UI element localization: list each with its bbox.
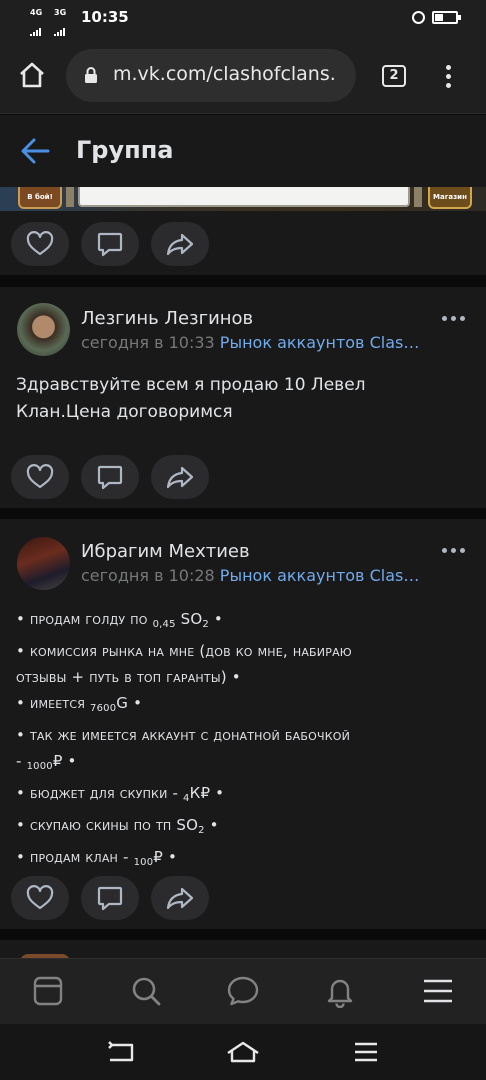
- messages-icon[interactable]: [226, 974, 260, 1008]
- text-fragment: SO: [175, 610, 203, 628]
- comment-icon: [97, 465, 123, 490]
- group-link[interactable]: Рынок аккаунтов Clas…: [220, 333, 420, 352]
- share-icon: [166, 466, 194, 489]
- post-image[interactable]: В бой! Магазин: [0, 187, 486, 211]
- comment-icon: [97, 886, 123, 911]
- text-fragment: •: [204, 816, 219, 834]
- image-decoration: [66, 187, 74, 207]
- back-icon[interactable]: [106, 1040, 136, 1064]
- search-icon[interactable]: [129, 974, 163, 1008]
- signal-icon: [30, 18, 42, 37]
- share-icon: [166, 233, 194, 256]
- like-button[interactable]: [11, 222, 69, 266]
- clock: 10:35: [81, 8, 129, 26]
- attack-button-image: В бой!: [18, 187, 62, 209]
- signal-icon-2: [54, 18, 66, 37]
- share-button[interactable]: [151, 222, 209, 266]
- post-text-line: • имеется 7600G •: [16, 690, 352, 722]
- more-horiz-icon[interactable]: [442, 548, 466, 556]
- more-vert-icon[interactable]: [438, 63, 458, 89]
- avatar[interactable]: [17, 303, 70, 356]
- address-bar[interactable]: m.vk.com/clashofclans.: [66, 49, 356, 102]
- image-decoration-2: [414, 187, 422, 207]
- action-row: [0, 444, 486, 508]
- subscript-text: 7600: [90, 703, 117, 714]
- browser-toolbar: m.vk.com/clashofclans. 2: [0, 36, 486, 114]
- avatar[interactable]: [17, 537, 70, 590]
- tab-switcher-button[interactable]: 2: [382, 65, 406, 87]
- post-time: сегодня в 10:28: [81, 566, 215, 585]
- comment-button[interactable]: [81, 876, 139, 920]
- post-meta: сегодня в 10:28 Рынок аккаунтов Clas…: [81, 566, 426, 585]
- text-fragment: • продам клан -: [16, 848, 134, 866]
- home-icon[interactable]: [18, 61, 46, 89]
- share-button[interactable]: [151, 455, 209, 499]
- battery-icon: [432, 11, 461, 24]
- text-fragment: • так же имеется аккаунт с донатной бабо…: [16, 726, 351, 744]
- lock-icon: [85, 67, 97, 83]
- news-feed-icon[interactable]: [31, 974, 65, 1008]
- comment-icon: [97, 232, 123, 257]
- menu-icon[interactable]: [421, 974, 455, 1008]
- heart-icon: [26, 231, 54, 256]
- post-text-line: • скупаю скины по тп SO2 •: [16, 812, 352, 844]
- post-text-line: • комиссия рынка на мне (дов ко мне, наб…: [16, 638, 352, 664]
- more-horiz-icon[interactable]: [442, 316, 466, 324]
- author-name[interactable]: Ибрагим Мехтиев: [81, 541, 250, 562]
- like-button[interactable]: [11, 876, 69, 920]
- text-fragment: G •: [116, 694, 143, 712]
- post-text: Здравствуйте всем я продаю 10 Левел Клан…: [16, 372, 366, 426]
- post-text-line: Клан.Цена договоримся: [16, 402, 233, 422]
- action-row: [0, 865, 486, 929]
- system-navigation-bar: [0, 1024, 486, 1080]
- text-fragment: • комиссия рынка на мне (дов ко мне, наб…: [16, 642, 352, 660]
- network-3g-label: 3G: [54, 8, 67, 17]
- page-header: Группа: [0, 115, 486, 187]
- text-fragment: • бюджет для скупки -: [16, 784, 184, 802]
- comment-button[interactable]: [81, 455, 139, 499]
- bottom-navigation: [0, 958, 486, 1024]
- post-text-line: • так же имеется аккаунт с донатной бабо…: [16, 722, 352, 748]
- action-row: [0, 211, 486, 275]
- url-text: m.vk.com/clashofclans.: [113, 63, 336, 85]
- group-link[interactable]: Рынок аккаунтов Clas…: [220, 566, 420, 585]
- text-fragment: отзывы + путь в топ гаранты) •: [16, 668, 241, 686]
- text-fragment: ₽ •: [153, 848, 178, 866]
- like-button[interactable]: [11, 455, 69, 499]
- heart-icon: [26, 464, 54, 489]
- text-fragment: • скупаю скины по тп SO: [16, 816, 199, 834]
- status-bar: 4G 3G 10:35: [0, 0, 486, 37]
- post-text-line: Здравствуйте всем я продаю 10 Левел: [16, 375, 366, 395]
- post-text-line: • продам голду по 0,45 SO2 •: [16, 606, 352, 638]
- image-panel: [78, 187, 410, 207]
- post-card-next: [0, 940, 486, 962]
- post-text-line: • бюджет для скупки - 4К₽ •: [16, 780, 352, 812]
- back-arrow-icon[interactable]: [20, 137, 50, 165]
- recent-apps-icon[interactable]: [352, 1040, 382, 1064]
- text-fragment: • имеется: [16, 694, 91, 712]
- network-4g-label: 4G: [30, 8, 43, 17]
- post-text-line: отзывы + путь в топ гаранты) •: [16, 664, 352, 690]
- text-fragment: ₽ •: [52, 752, 77, 770]
- share-icon: [166, 887, 194, 910]
- subscript-text: 1000: [26, 761, 53, 772]
- text-fragment: К₽ •: [189, 784, 225, 802]
- author-name[interactable]: Лезгинь Лезгинов: [81, 308, 253, 329]
- heart-icon: [26, 885, 54, 910]
- post-text: • продам голду по 0,45 SO2 • • комиссия р…: [16, 606, 352, 876]
- subscript-text: 0,45: [152, 619, 176, 630]
- post-time: сегодня в 10:33: [81, 333, 215, 352]
- text-fragment: •: [208, 610, 223, 628]
- post-meta: сегодня в 10:33 Рынок аккаунтов Clas…: [81, 333, 426, 352]
- notifications-bell-icon[interactable]: [323, 974, 357, 1008]
- share-button[interactable]: [151, 876, 209, 920]
- page-title: Группа: [76, 136, 174, 164]
- home-icon[interactable]: [226, 1040, 260, 1064]
- comment-button[interactable]: [81, 222, 139, 266]
- alarm-icon: [412, 11, 425, 24]
- text-fragment: • продам голду по: [16, 610, 153, 628]
- post-text-line: - 1000₽ •: [16, 748, 352, 780]
- shop-button-image: Магазин: [428, 187, 472, 209]
- text-fragment: -: [16, 752, 27, 770]
